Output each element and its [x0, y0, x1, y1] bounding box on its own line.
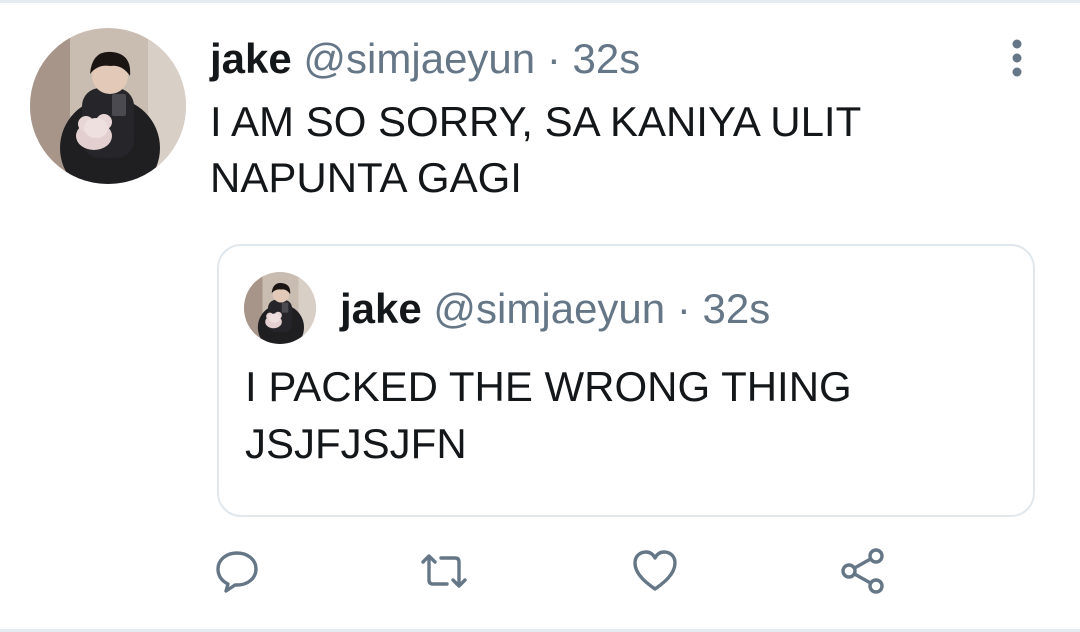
quoted-avatar — [244, 272, 316, 344]
top-divider — [0, 0, 1080, 3]
quoted-avatar-photo — [244, 272, 316, 344]
timestamp[interactable]: 32s — [572, 35, 640, 82]
avatar[interactable] — [30, 28, 186, 184]
separator-dot: · — [546, 35, 561, 82]
quoted-handle: @simjaeyun — [433, 285, 666, 332]
quoted-tweet-header: jake @simjaeyun · 32s — [340, 284, 770, 334]
avatar-photo — [30, 28, 186, 184]
heart-icon — [633, 550, 677, 591]
tweet-text: I AM SO SORRY, SA KANIYA ULIT NAPUNTA GA… — [210, 98, 861, 201]
share-icon — [841, 548, 884, 594]
quoted-tweet-card[interactable]: jake @simjaeyun · 32s I PACKED THE WRONG… — [217, 244, 1035, 517]
quoted-tweet-text: I PACKED THE WRONG THING JSJFJSJFN — [245, 363, 852, 467]
retweet-icon — [421, 554, 467, 588]
more-vertical-icon — [1012, 39, 1022, 77]
display-name[interactable]: jake — [210, 35, 292, 82]
quoted-separator-dot: · — [676, 285, 691, 332]
quoted-display-name: jake — [340, 285, 422, 332]
handle[interactable]: @simjaeyun — [303, 35, 535, 82]
retweet-button[interactable] — [419, 546, 469, 596]
reply-button[interactable] — [212, 546, 262, 596]
reply-icon — [216, 551, 258, 593]
like-button[interactable] — [630, 546, 680, 596]
tweet-header: jake @simjaeyun · 32s — [210, 34, 640, 84]
more-options-button[interactable] — [1000, 38, 1034, 78]
share-button[interactable] — [838, 546, 888, 596]
quoted-timestamp: 32s — [702, 285, 771, 332]
